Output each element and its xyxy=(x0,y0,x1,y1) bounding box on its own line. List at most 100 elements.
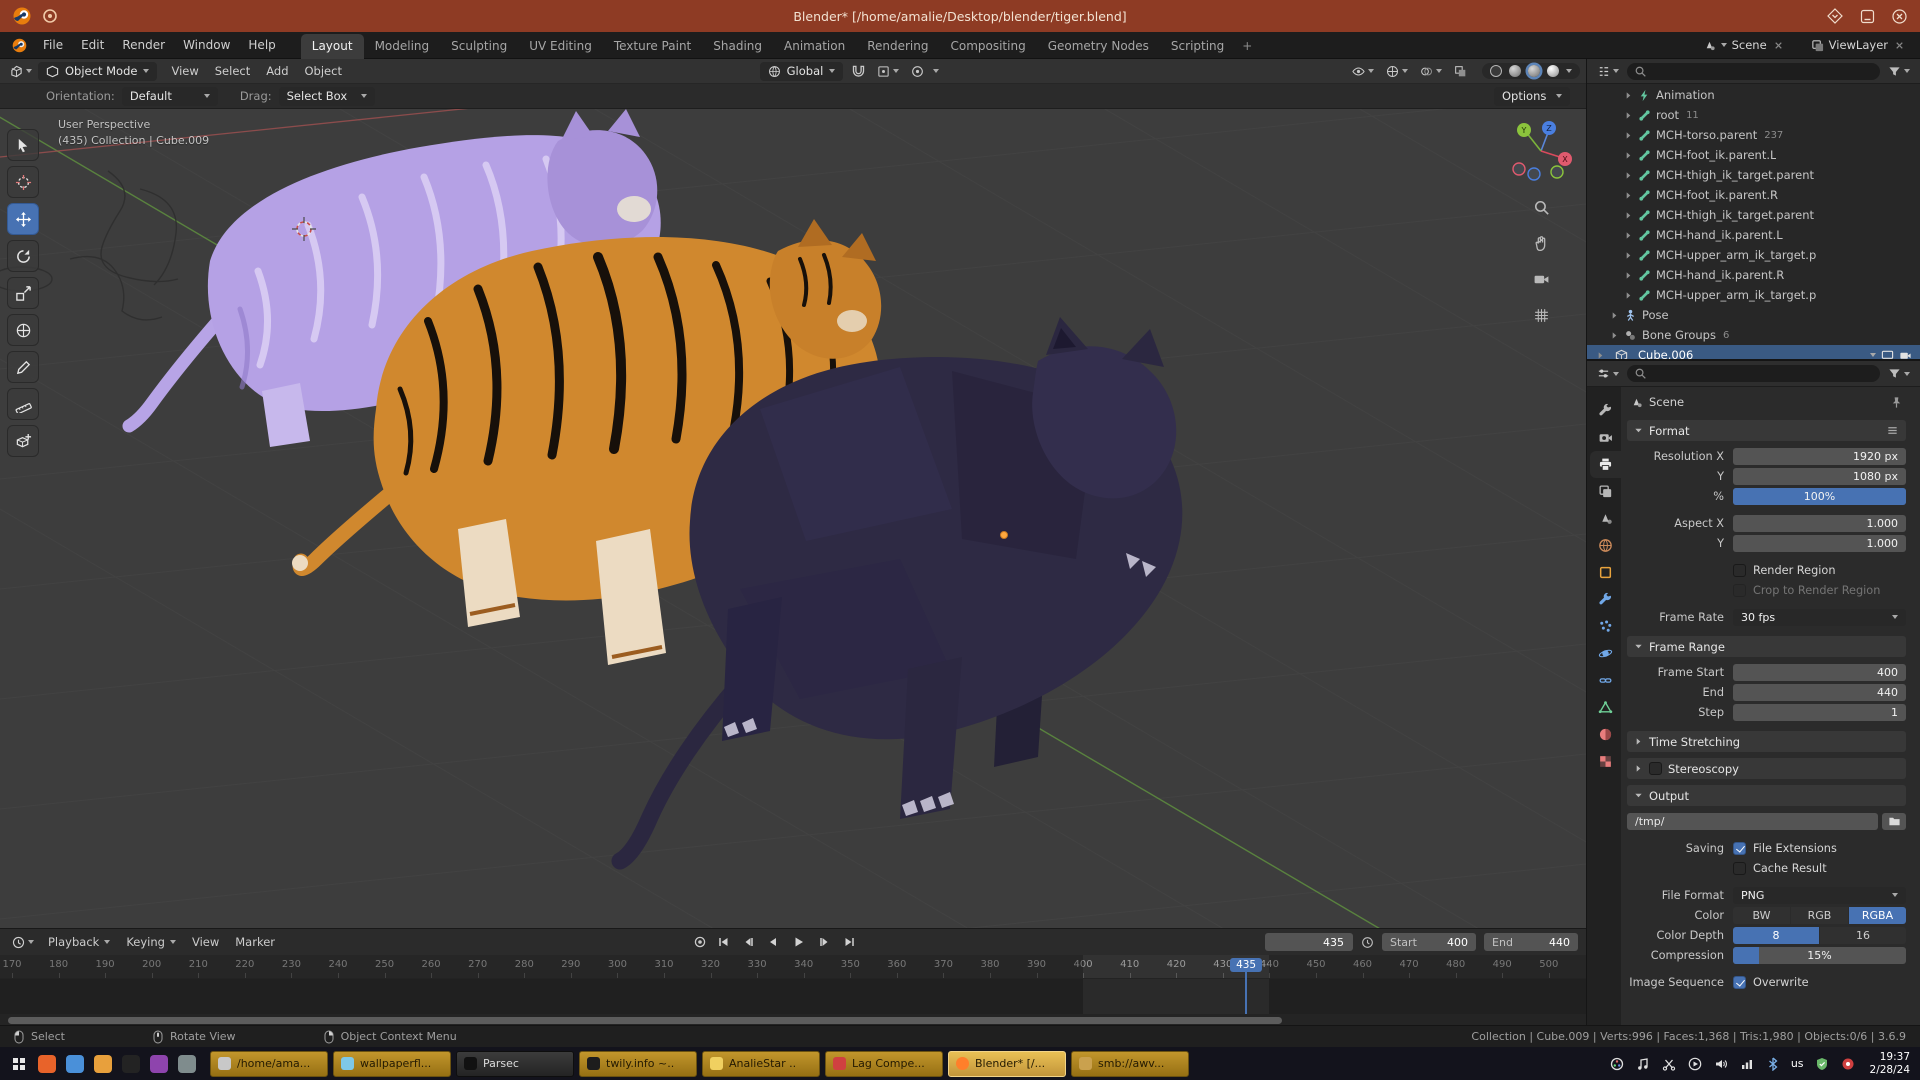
camera-view-icon[interactable] xyxy=(1529,267,1553,291)
compression-slider[interactable]: 15% xyxy=(1733,947,1906,964)
unlink-scene-icon[interactable] xyxy=(1772,39,1785,52)
workspace-tab-texture-paint[interactable]: Texture Paint xyxy=(603,34,702,59)
mode-dropdown[interactable]: Object Mode xyxy=(38,62,157,81)
launcher-start-menu-icon[interactable] xyxy=(6,1051,31,1076)
item-slider[interactable]: 100% xyxy=(1733,488,1906,505)
jump-to-start-button[interactable] xyxy=(713,933,735,951)
properties-tab-physics[interactable] xyxy=(1590,640,1621,667)
outliner-row-pose[interactable]: Pose xyxy=(1587,305,1920,325)
viewport-3d[interactable]: User Perspective (435) Collection | Cube… xyxy=(0,109,1586,928)
y-field[interactable]: 1080 px xyxy=(1733,468,1906,485)
section-time-stretching[interactable]: Time Stretching xyxy=(1627,731,1906,752)
filter-icon[interactable] xyxy=(1884,63,1914,80)
taskbar-window-parsec[interactable]: Parsec xyxy=(456,1051,574,1077)
section-checkbox[interactable] xyxy=(1649,762,1662,775)
timeline-ruler[interactable]: 1701801902002102202302402502602702802903… xyxy=(0,955,1586,979)
options-dropdown[interactable]: Options xyxy=(1494,87,1570,106)
tray-shield-icon[interactable] xyxy=(1814,1056,1830,1072)
timeline-editor-icon[interactable] xyxy=(8,934,38,951)
segment-rgba[interactable]: RGBA xyxy=(1849,907,1906,924)
editor-type-icon[interactable] xyxy=(6,63,36,80)
expand-arrow-icon[interactable] xyxy=(1621,91,1636,100)
snap-target-dropdown[interactable] xyxy=(874,63,902,80)
screen-visibility-icon[interactable] xyxy=(1881,349,1894,362)
view-object-types-dropdown[interactable] xyxy=(1349,63,1377,80)
launcher-mail-icon[interactable] xyxy=(62,1051,87,1076)
taskbar-window-smb-awv[interactable]: smb://awv... xyxy=(1071,1051,1189,1077)
scrollbar-thumb[interactable] xyxy=(8,1017,1282,1024)
menu-render[interactable]: Render xyxy=(113,34,174,56)
workspace-tab-sculpting[interactable]: Sculpting xyxy=(440,34,518,59)
workspace-tab-scripting[interactable]: Scripting xyxy=(1160,34,1235,59)
outliner-row-mch-hand-ik-parent-r[interactable]: MCH-hand_ik.parent.R xyxy=(1587,265,1920,285)
outliner-row-mch-thigh-ik-target-parent[interactable]: MCH-thigh_ik_target.parent xyxy=(1587,165,1920,185)
outliner-row-mch-thigh-ik-target-parent[interactable]: MCH-thigh_ik_target.parent xyxy=(1587,205,1920,225)
file-extensions-checkbox[interactable] xyxy=(1733,842,1746,855)
remove-view-layer-icon[interactable] xyxy=(1893,39,1906,52)
tray-bluetooth-icon[interactable] xyxy=(1765,1056,1781,1072)
workspace-tab-modeling[interactable]: Modeling xyxy=(364,34,441,59)
properties-tab-render[interactable] xyxy=(1590,424,1621,451)
crop-to-render-region-checkbox[interactable] xyxy=(1733,584,1746,597)
frame-end-field[interactable]: End440 xyxy=(1484,933,1578,951)
properties-tab-view-layer[interactable] xyxy=(1590,478,1621,505)
outliner-row-mch-upper-arm-ik-target-p[interactable]: MCH-upper_arm_ik_target.p xyxy=(1587,285,1920,305)
render-region-checkbox[interactable] xyxy=(1733,564,1746,577)
workspace-tab-geometry-nodes[interactable]: Geometry Nodes xyxy=(1037,34,1160,59)
previous-keyframe-button[interactable] xyxy=(738,933,760,951)
tray-notification-icon[interactable] xyxy=(1840,1056,1856,1072)
proportional-editing-icon[interactable] xyxy=(908,63,927,80)
timeline-menu-keying[interactable]: Keying xyxy=(118,932,184,952)
outliner-row-animation[interactable]: Animation xyxy=(1587,85,1920,105)
menu-window[interactable]: Window xyxy=(174,34,239,56)
taskbar-window-wallpaperfl[interactable]: wallpaperfl... xyxy=(333,1051,451,1077)
shading-rendered-icon[interactable] xyxy=(1547,65,1559,77)
navigation-gizmo[interactable]: Z Y X xyxy=(1508,117,1574,183)
workspace-tab-layout[interactable]: Layout xyxy=(301,34,364,59)
pan-hand-icon[interactable] xyxy=(1529,231,1553,255)
show-gizmo-dropdown[interactable] xyxy=(1383,63,1411,80)
timeline-menu-marker[interactable]: Marker xyxy=(227,932,283,952)
transform-orientation-dropdown[interactable]: Global xyxy=(760,62,844,81)
tool-cursor-3d[interactable] xyxy=(7,166,39,198)
taskbar-window-blender[interactable]: Blender* [/... xyxy=(948,1051,1066,1077)
launcher-settings-icon[interactable] xyxy=(174,1051,199,1076)
properties-tab-scene[interactable] xyxy=(1590,505,1621,532)
tool-measure[interactable] xyxy=(7,388,39,420)
segment-rgb[interactable]: RGB xyxy=(1791,907,1848,924)
cache-result-checkbox[interactable] xyxy=(1733,862,1746,875)
expand-arrow-icon[interactable] xyxy=(1621,111,1636,120)
workspace-tab-uv-editing[interactable]: UV Editing xyxy=(518,34,603,59)
tray-scissors-icon[interactable] xyxy=(1661,1056,1677,1072)
timeline-menu-view[interactable]: View xyxy=(184,932,227,952)
properties-tab-output[interactable] xyxy=(1590,451,1621,478)
blender-menu-icon[interactable] xyxy=(8,35,30,55)
outliner-row-cube-006[interactable]: Cube.006 xyxy=(1587,345,1920,361)
properties-tab-world[interactable] xyxy=(1590,532,1621,559)
properties-tab-particles[interactable] xyxy=(1590,613,1621,640)
current-frame-field[interactable]: 435 xyxy=(1265,933,1353,951)
segment-16[interactable]: 16 xyxy=(1820,927,1906,944)
resolution-x-field[interactable]: 1920 px xyxy=(1733,448,1906,465)
expand-arrow-icon[interactable] xyxy=(1621,131,1636,140)
close-button[interactable] xyxy=(1890,7,1908,25)
outliner-row-mch-foot-ik-parent-l[interactable]: MCH-foot_ik.parent.L xyxy=(1587,145,1920,165)
launcher-terminal-icon[interactable] xyxy=(118,1051,143,1076)
next-keyframe-button[interactable] xyxy=(813,933,835,951)
scene-selector[interactable]: Scene xyxy=(1703,38,1785,52)
render-visibility-camera-icon[interactable] xyxy=(1899,349,1912,362)
snap-magnet-icon[interactable] xyxy=(849,63,868,80)
workspace-tab-rendering[interactable]: Rendering xyxy=(856,34,939,59)
workspace-tab-item[interactable]: + xyxy=(1235,34,1259,59)
keyboard-layout-indicator[interactable]: us xyxy=(1791,1057,1804,1070)
minimize-button[interactable] xyxy=(1858,7,1876,25)
taskbar-window-analiestar[interactable]: AnalieStar .. xyxy=(702,1051,820,1077)
outliner-row-mch-upper-arm-ik-target-p[interactable]: MCH-upper_arm_ik_target.p xyxy=(1587,245,1920,265)
filter-icon[interactable] xyxy=(1884,365,1914,382)
section-frame-range[interactable]: Frame Range xyxy=(1627,636,1906,657)
shading-material-preview-icon[interactable] xyxy=(1528,65,1540,77)
outliner-row-mch-foot-ik-parent-r[interactable]: MCH-foot_ik.parent.R xyxy=(1587,185,1920,205)
tool-select-box[interactable] xyxy=(7,129,39,161)
expand-arrow-icon[interactable] xyxy=(1621,251,1636,260)
expand-arrow-icon[interactable] xyxy=(1621,151,1636,160)
